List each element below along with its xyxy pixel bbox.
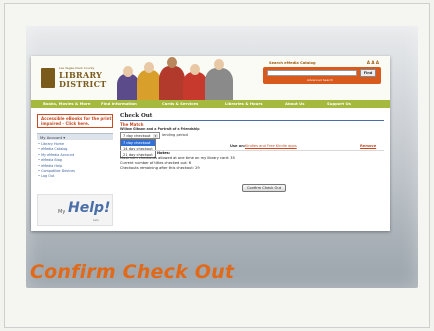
slide-caption: Confirm Check Out xyxy=(30,261,235,283)
find-button[interactable]: Find xyxy=(360,69,376,77)
checkout-notes: Maximum checkouts allowed at one time on… xyxy=(120,156,235,170)
title-divider xyxy=(120,120,384,121)
lending-period-select[interactable]: 7 day checkout ▾ xyxy=(120,132,160,139)
help-word: Help! xyxy=(68,200,111,216)
chevron-down-icon[interactable]: ▾ xyxy=(153,134,158,138)
book-icon xyxy=(41,68,55,88)
library-website-screenshot: Las Vegas-Clark County LIBRARY DISTRICT … xyxy=(31,56,390,231)
notes-heading: Notes: xyxy=(157,151,171,155)
lending-period-label: lending period xyxy=(162,133,188,137)
accessible-ebooks-notice[interactable]: Accessible eBooks for the print impaired… xyxy=(37,114,113,128)
my-account-header[interactable]: My Account ▾ xyxy=(37,133,113,140)
kindle-apps-link[interactable]: Kindles and Free Kindle apps xyxy=(245,144,297,148)
search-panel: Search eMedia Catalog A A A Find Advance… xyxy=(263,60,383,95)
nav-item-support-us[interactable]: Support Us xyxy=(327,101,351,106)
nav-item-books[interactable]: Books, Movies & More xyxy=(43,101,90,106)
nav-item-libraries-hours[interactable]: Libraries & Hours xyxy=(225,101,262,106)
search-title: Search eMedia Catalog xyxy=(269,61,316,65)
help-prefix: My xyxy=(58,209,66,215)
lending-period-value: 7 day checkout xyxy=(123,134,151,138)
font-size-tools[interactable]: A A A xyxy=(367,60,379,65)
confirm-check-out-button[interactable]: Confirm Check Out xyxy=(242,184,286,192)
nav-item-find-information[interactable]: Find Information xyxy=(101,101,137,106)
library-logo[interactable]: Las Vegas-Clark County LIBRARY DISTRICT xyxy=(41,66,111,90)
help-sub: beta xyxy=(93,219,99,222)
my-account-label: My Account ▾ xyxy=(40,135,66,140)
page-title: Check Out xyxy=(120,113,153,119)
site-header: Las Vegas-Clark County LIBRARY DISTRICT … xyxy=(31,56,390,100)
left-sidebar: Accessible eBooks for the print impaired… xyxy=(35,112,115,228)
book-subtitle: Willow Gibson and a Portrait of a Friend… xyxy=(120,127,200,131)
my-help-banner[interactable]: My Help! beta xyxy=(37,194,113,226)
use-on-label: Use on: xyxy=(230,144,246,148)
search-bar: Find Advanced Search xyxy=(263,67,381,84)
advanced-search-link[interactable]: Advanced Search xyxy=(307,78,333,82)
sidebar-item-log-out[interactable]: • Log Out xyxy=(38,174,75,179)
nav-item-about-us[interactable]: About Us xyxy=(285,101,304,106)
accessible-ebooks-text: Accessible eBooks for the print impaired… xyxy=(41,116,112,126)
nav-item-cards-services[interactable]: Cards & Services xyxy=(162,101,198,106)
note-remaining-checkouts: Checkouts remaining after this checkout:… xyxy=(120,165,200,170)
search-input[interactable] xyxy=(267,70,357,76)
main-nav: Books, Movies & More Find Information Ca… xyxy=(31,100,390,108)
sidebar-links: • Library Home • eMedia Catalog • My eMe… xyxy=(38,142,75,180)
header-photo xyxy=(117,57,235,100)
remove-link[interactable]: Remove xyxy=(360,144,376,148)
logo-line2: DISTRICT xyxy=(59,79,107,89)
checkout-panel: Check Out The Match Willow Gibson and a … xyxy=(120,112,386,228)
